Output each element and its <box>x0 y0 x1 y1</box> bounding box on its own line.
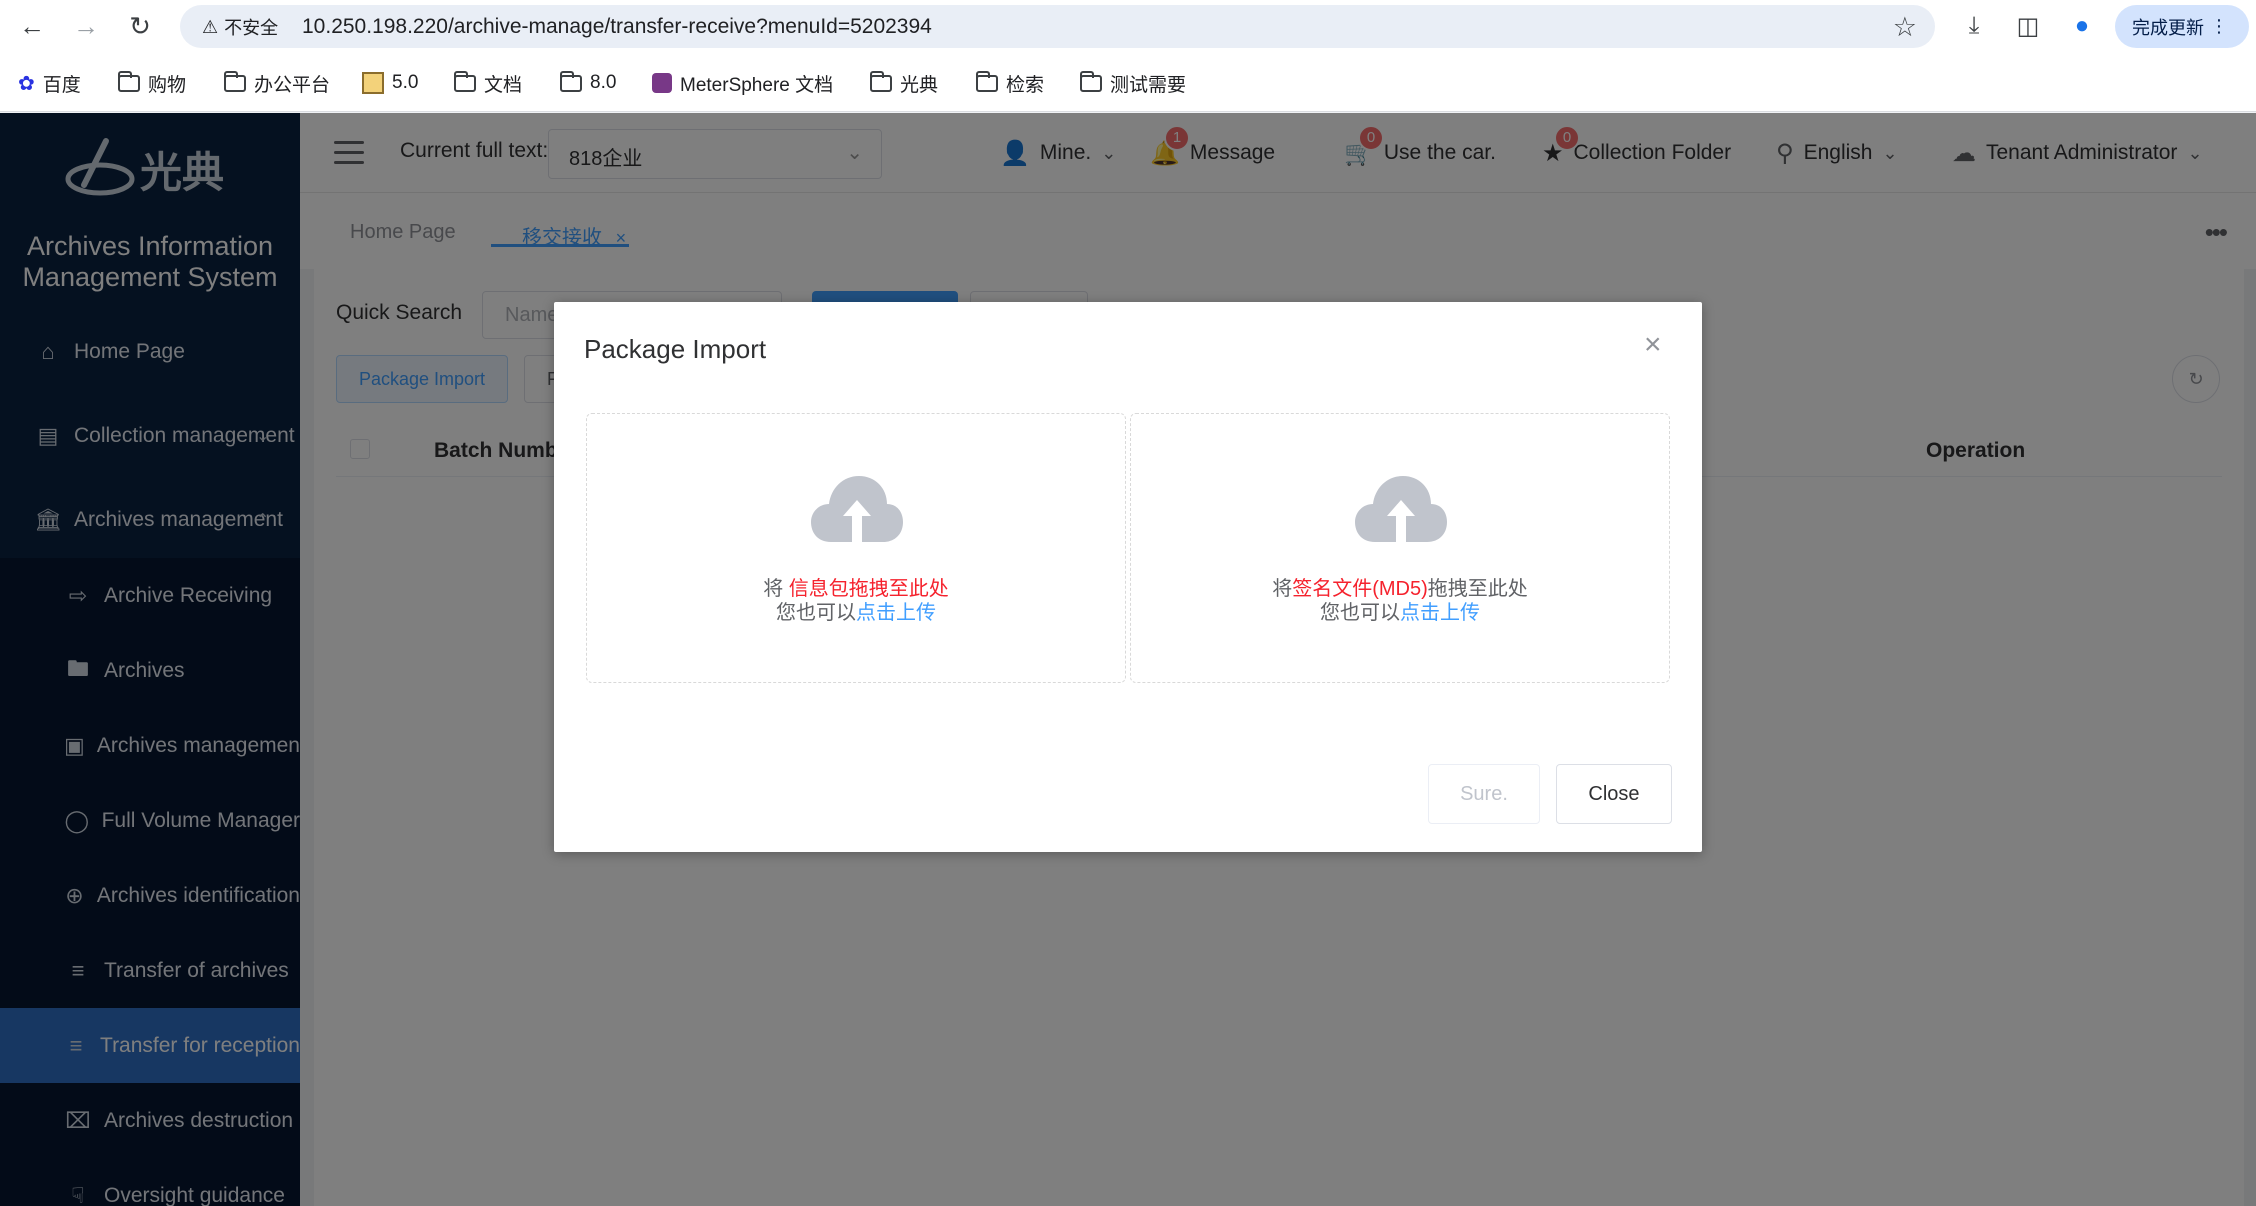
dialog-title: Package Import <box>584 334 767 364</box>
bookmark-folder[interactable]: 文档 <box>454 69 522 97</box>
reload-icon[interactable]: ↻ <box>122 8 158 44</box>
bookmark-label: 光典 <box>900 74 939 96</box>
close-icon[interactable]: × <box>1644 330 1662 360</box>
dz-hint-prefix: 您也可以 <box>1320 602 1400 624</box>
address-bar[interactable]: ⚠ 不安全 10.250.198.220/archive-manage/tran… <box>180 5 1935 48</box>
bookmark-label: 检索 <box>1006 74 1045 96</box>
bookmark-label: MeterSphere 文档 <box>680 74 834 96</box>
bookmark-label: 百度 <box>42 74 81 96</box>
folder-icon <box>118 70 140 92</box>
metersphere-icon <box>652 73 672 93</box>
folder-icon <box>976 70 998 92</box>
image-icon <box>362 72 384 94</box>
profile-icon[interactable]: ● <box>2066 10 2098 42</box>
baidu-icon: ✿ <box>18 72 35 95</box>
url-text[interactable]: 10.250.198.220/archive-manage/transfer-r… <box>302 15 932 39</box>
close-button[interactable]: Close <box>1556 764 1672 824</box>
insecure-label: 不安全 <box>224 18 279 38</box>
bookmarks-bar: ✿ 百度 购物 办公平台 5.0 文档 8.0 MeterSphere 文档 光… <box>0 52 2256 112</box>
folder-icon <box>1080 70 1102 92</box>
folder-icon <box>224 70 246 92</box>
bookmark-baidu[interactable]: ✿ 百度 <box>18 69 81 97</box>
bookmark-label: 办公平台 <box>254 74 331 96</box>
bookmark-folder[interactable]: 测试需要 <box>1080 69 1186 97</box>
bookmark-folder[interactable]: 检索 <box>976 69 1044 97</box>
package-import-dialog: Package Import × 将 信息包拖拽至此处 您也可以点击上传 将签名… <box>554 302 1702 852</box>
bookmark-folder[interactable]: 办公平台 <box>224 69 330 97</box>
dropzone-upload-hint: 您也可以点击上传 <box>587 596 1125 625</box>
click-upload-link[interactable]: 点击上传 <box>1400 602 1480 624</box>
warning-icon: ⚠ <box>202 16 219 37</box>
side-panel-icon[interactable]: ◫ <box>2012 10 2044 42</box>
folder-icon <box>560 70 582 92</box>
bookmark-label: 购物 <box>148 74 187 96</box>
dz-hint-prefix: 您也可以 <box>776 602 856 624</box>
bookmark-5-0[interactable]: 5.0 <box>362 69 418 97</box>
info-package-dropzone[interactable]: 将 信息包拖拽至此处 您也可以点击上传 <box>586 413 1126 683</box>
click-upload-link[interactable]: 点击上传 <box>856 602 936 624</box>
sure-button[interactable]: Sure. <box>1428 764 1540 824</box>
insecure-chip[interactable]: ⚠ 不安全 <box>192 14 288 40</box>
bookmark-label: 5.0 <box>392 72 419 93</box>
browser-toolbar: ← → ↻ ⚠ 不安全 10.250.198.220/archive-manag… <box>0 0 2256 52</box>
bookmark-metersphere[interactable]: MeterSphere 文档 <box>652 69 833 97</box>
bookmark-folder[interactable]: 购物 <box>118 69 186 97</box>
folder-icon <box>870 70 892 92</box>
bookmark-folder[interactable]: 8.0 <box>560 69 616 97</box>
bookmark-label: 文档 <box>484 74 523 96</box>
update-label: 完成更新 <box>2132 17 2204 38</box>
bookmark-label: 测试需要 <box>1110 74 1187 96</box>
upload-cloud-icon <box>811 476 903 542</box>
dropzone-upload-hint: 您也可以点击上传 <box>1131 596 1669 625</box>
signature-file-dropzone[interactable]: 将签名文件(MD5)拖拽至此处 您也可以点击上传 <box>1130 413 1670 683</box>
update-button[interactable]: 完成更新 ⋮ <box>2115 5 2249 48</box>
bookmark-folder[interactable]: 光典 <box>870 69 938 97</box>
bookmark-star-icon[interactable]: ☆ <box>1893 12 1917 43</box>
bookmark-label: 8.0 <box>590 72 617 93</box>
upload-cloud-icon <box>1355 476 1447 542</box>
folder-icon <box>454 70 476 92</box>
forward-icon[interactable]: → <box>68 8 104 44</box>
back-icon[interactable]: ← <box>14 8 50 44</box>
more-vert-icon: ⋮ <box>2210 16 2228 36</box>
download-icon[interactable]: ⤓ <box>1958 10 1990 42</box>
